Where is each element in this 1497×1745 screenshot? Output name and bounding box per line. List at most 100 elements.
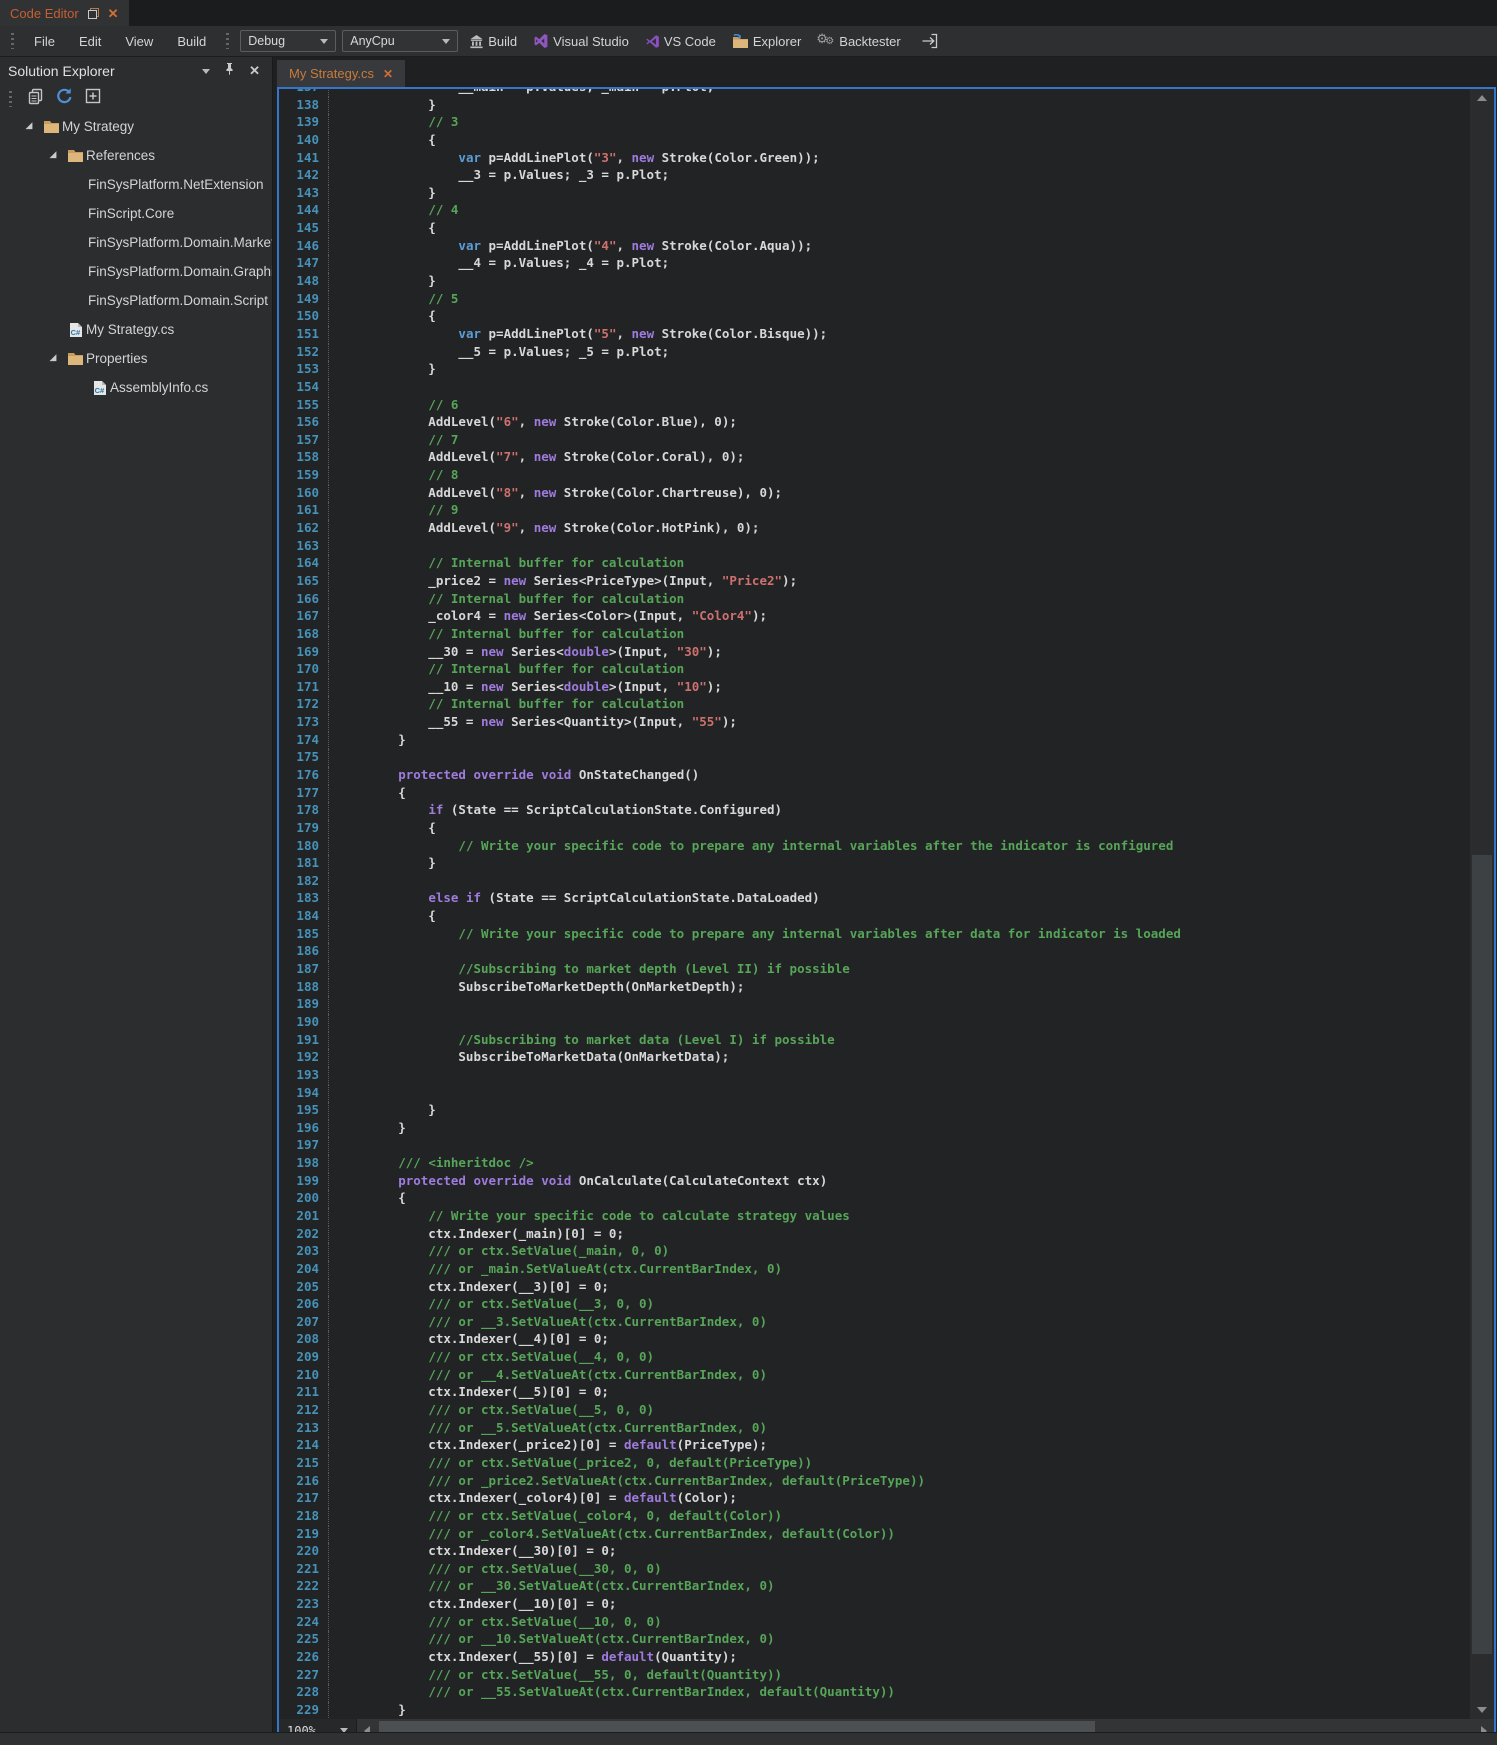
code-line[interactable]: 215 /// or ctx.SetValue(_price2, 0, defa… (279, 1455, 1470, 1473)
tree-item[interactable]: FinSysPlatform.NetExtension (0, 170, 272, 199)
code-line[interactable]: 186 (279, 943, 1470, 961)
code-line[interactable]: 211 ctx.Indexer(__5)[0] = 0; (279, 1384, 1470, 1402)
vertical-scrollbar[interactable] (1470, 89, 1494, 1719)
code-line[interactable]: 159 // 8 (279, 467, 1470, 485)
code-line[interactable]: 160 AddLevel("8", new Stroke(Color.Chart… (279, 485, 1470, 503)
code-line[interactable]: 142 __3 = p.Values; _3 = p.Plot; (279, 167, 1470, 185)
tree-item[interactable]: C#My Strategy.cs (0, 315, 272, 344)
visual-studio-button[interactable]: Visual Studio (528, 30, 634, 52)
code-line[interactable]: 169 __30 = new Series<double>(Input, "30… (279, 644, 1470, 662)
close-window-icon[interactable]: ✕ (108, 7, 119, 20)
expand-arrow-icon[interactable]: ◢ (50, 352, 57, 363)
code-line[interactable]: 167 _color4 = new Series<Color>(Input, "… (279, 608, 1470, 626)
tree-item[interactable]: FinSysPlatform.Domain.Script (0, 286, 272, 315)
code-line[interactable]: 148 } (279, 273, 1470, 291)
code-line[interactable]: 217 ctx.Indexer(_color4)[0] = default(Co… (279, 1490, 1470, 1508)
code-line[interactable]: 173 __55 = new Series<Quantity>(Input, "… (279, 714, 1470, 732)
window-tab[interactable]: Code Editor ✕ (0, 0, 129, 26)
toolbar-grip[interactable] (11, 33, 14, 49)
code-line[interactable]: 177 { (279, 785, 1470, 803)
menu-file[interactable]: File (25, 30, 64, 53)
code-line[interactable]: 212 /// or ctx.SetValue(__5, 0, 0) (279, 1402, 1470, 1420)
code-line[interactable]: 140 { (279, 132, 1470, 150)
tree-item[interactable]: ◢References (0, 141, 272, 170)
code-line[interactable]: 226 ctx.Indexer(__55)[0] = default(Quant… (279, 1649, 1470, 1667)
code-line[interactable]: 176 protected override void OnStateChang… (279, 767, 1470, 785)
code-line[interactable]: 214 ctx.Indexer(_price2)[0] = default(Pr… (279, 1437, 1470, 1455)
code-line[interactable]: 147 __4 = p.Values; _4 = p.Plot; (279, 255, 1470, 273)
backtester-button[interactable]: ⚙⚙ Backtester (812, 30, 905, 52)
code-line[interactable]: 189 (279, 996, 1470, 1014)
code-line[interactable]: 178 if (State == ScriptCalculationState.… (279, 802, 1470, 820)
refresh-icon[interactable] (55, 87, 74, 111)
code-line[interactable]: 143 } (279, 185, 1470, 203)
code-line[interactable]: 223 ctx.Indexer(__10)[0] = 0; (279, 1596, 1470, 1614)
tree-item[interactable]: FinScript.Core (0, 199, 272, 228)
code-line[interactable]: 165 _price2 = new Series<PriceType>(Inpu… (279, 573, 1470, 591)
tree-item[interactable]: FinSysPlatform.Domain.Graphics (0, 257, 272, 286)
expand-arrow-icon[interactable]: ◢ (50, 149, 57, 160)
code-line[interactable]: 138 } (279, 97, 1470, 115)
code-line[interactable]: 154 (279, 379, 1470, 397)
code-line[interactable]: 228 /// or __55.SetValueAt(ctx.CurrentBa… (279, 1684, 1470, 1702)
code-line[interactable]: 185 // Write your specific code to prepa… (279, 926, 1470, 944)
code-line[interactable]: 205 ctx.Indexer(__3)[0] = 0; (279, 1279, 1470, 1297)
scroll-up-icon[interactable] (1470, 89, 1494, 107)
add-icon[interactable] (84, 87, 102, 110)
code-line[interactable]: 168 // Internal buffer for calculation (279, 626, 1470, 644)
code-line[interactable]: 161 // 9 (279, 502, 1470, 520)
code-line[interactable]: 170 // Internal buffer for calculation (279, 661, 1470, 679)
code-line[interactable]: 209 /// or ctx.SetValue(__4, 0, 0) (279, 1349, 1470, 1367)
code-line[interactable]: 157 // 7 (279, 432, 1470, 450)
code-line[interactable]: 200 { (279, 1190, 1470, 1208)
copy-icon[interactable] (27, 87, 45, 110)
restore-window-icon[interactable] (87, 7, 100, 20)
code-line[interactable]: 171 __10 = new Series<double>(Input, "10… (279, 679, 1470, 697)
code-line[interactable]: 146 var p=AddLinePlot("4", new Stroke(Co… (279, 238, 1470, 256)
code-line[interactable]: 198 /// <inheritdoc /> (279, 1155, 1470, 1173)
code-line[interactable]: 190 (279, 1014, 1470, 1032)
tab-my-strategy[interactable]: My Strategy.cs ✕ (277, 60, 405, 87)
detach-editor-button[interactable] (916, 30, 943, 52)
menu-view[interactable]: View (116, 30, 162, 53)
code-line[interactable]: 221 /// or ctx.SetValue(__30, 0, 0) (279, 1561, 1470, 1579)
code-line[interactable]: 137 __main = p.Values; _main = p.Plot; (279, 89, 1470, 97)
code-line[interactable]: 174 } (279, 732, 1470, 750)
code-line[interactable]: 199 protected override void OnCalculate(… (279, 1173, 1470, 1191)
platform-dropdown[interactable]: AnyCpu (342, 30, 458, 52)
code-line[interactable]: 194 (279, 1085, 1470, 1103)
code-line[interactable]: 139 // 3 (279, 114, 1470, 132)
code-line[interactable]: 225 /// or __10.SetValueAt(ctx.CurrentBa… (279, 1631, 1470, 1649)
code-line[interactable]: 162 AddLevel("9", new Stroke(Color.HotPi… (279, 520, 1470, 538)
code-line[interactable]: 187 //Subscribing to market depth (Level… (279, 961, 1470, 979)
close-tab-icon[interactable]: ✕ (383, 67, 393, 81)
expand-arrow-icon[interactable]: ◢ (26, 120, 33, 131)
code-line[interactable]: 191 //Subscribing to market data (Level … (279, 1032, 1470, 1050)
code-viewport[interactable]: 137 __main = p.Values; _main = p.Plot;13… (279, 89, 1494, 1719)
code-line[interactable]: 196 } (279, 1120, 1470, 1138)
code-line[interactable]: 184 { (279, 908, 1470, 926)
code-line[interactable]: 201 // Write your specific code to calcu… (279, 1208, 1470, 1226)
panel-menu-icon[interactable] (202, 69, 210, 74)
scroll-down-icon[interactable] (1470, 1701, 1494, 1719)
code-line[interactable]: 183 else if (State == ScriptCalculationS… (279, 890, 1470, 908)
pin-icon[interactable] (224, 62, 235, 80)
code-line[interactable]: 218 /// or ctx.SetValue(_color4, 0, defa… (279, 1508, 1470, 1526)
code-line[interactable]: 151 var p=AddLinePlot("5", new Stroke(Co… (279, 326, 1470, 344)
code-line[interactable]: 224 /// or ctx.SetValue(__10, 0, 0) (279, 1614, 1470, 1632)
vertical-scroll-thumb[interactable] (1472, 855, 1492, 1654)
code-line[interactable]: 182 (279, 873, 1470, 891)
code-line[interactable]: 206 /// or ctx.SetValue(__3, 0, 0) (279, 1296, 1470, 1314)
code-line[interactable]: 222 /// or __30.SetValueAt(ctx.CurrentBa… (279, 1578, 1470, 1596)
tree-item[interactable]: FinSysPlatform.Domain.Market (0, 228, 272, 257)
vscode-button[interactable]: VS Code (640, 31, 721, 52)
code-line[interactable]: 150 { (279, 308, 1470, 326)
code-line[interactable]: 220 ctx.Indexer(__30)[0] = 0; (279, 1543, 1470, 1561)
code-line[interactable]: 188 SubscribeToMarketDepth(OnMarketDepth… (279, 979, 1470, 997)
code-line[interactable]: 219 /// or _color4.SetValueAt(ctx.Curren… (279, 1526, 1470, 1544)
code-line[interactable]: 202 ctx.Indexer(_main)[0] = 0; (279, 1226, 1470, 1244)
code-line[interactable]: 180 // Write your specific code to prepa… (279, 838, 1470, 856)
code-line[interactable]: 155 // 6 (279, 397, 1470, 415)
code-line[interactable]: 144 // 4 (279, 202, 1470, 220)
code-line[interactable]: 166 // Internal buffer for calculation (279, 591, 1470, 609)
